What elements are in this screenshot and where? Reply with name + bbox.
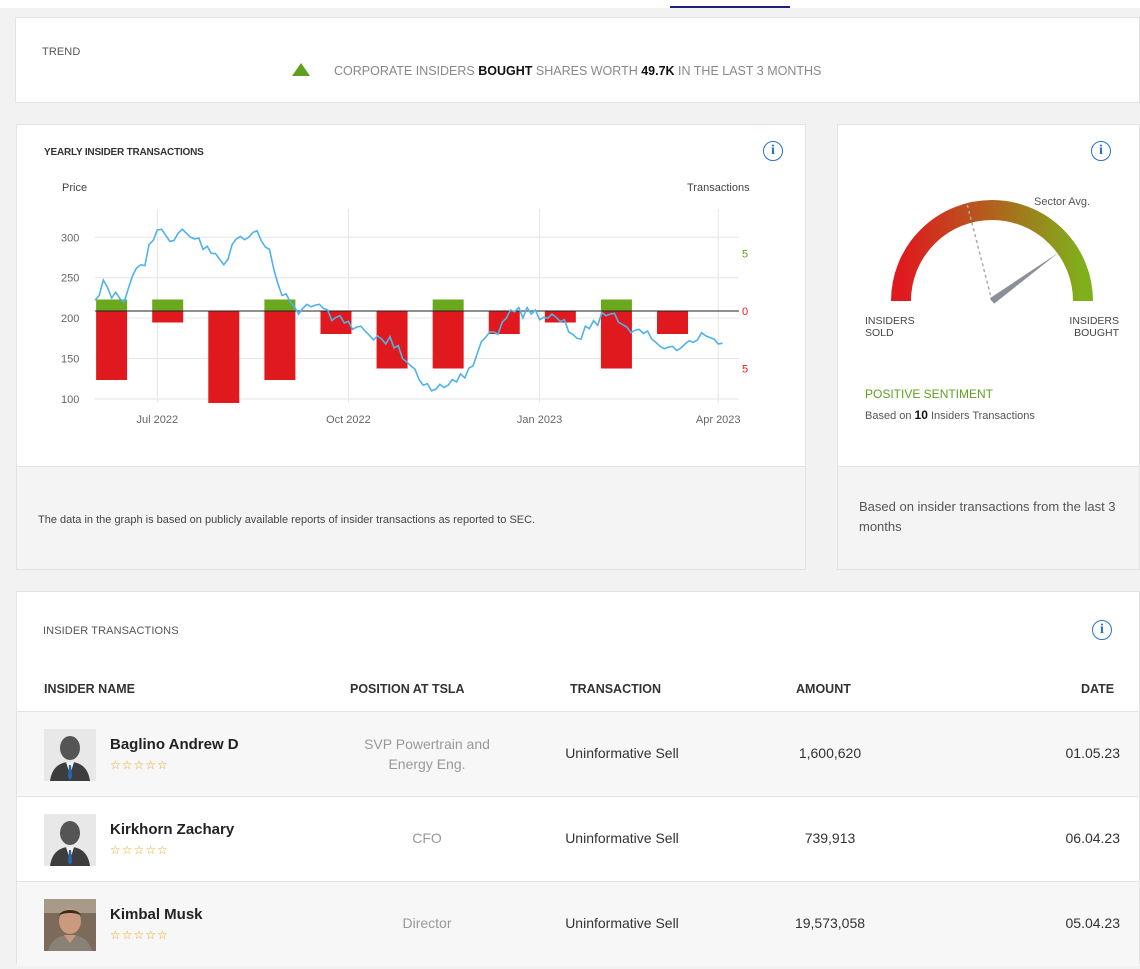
x-tick-label: Jul 2022 xyxy=(137,414,179,426)
table-row[interactable]: Kimbal Musk ☆☆☆☆☆ Director Uninformative… xyxy=(17,881,1139,966)
price-tick-label: 150 xyxy=(61,354,79,366)
sentiment-footer: Based on insider transactions from the l… xyxy=(838,466,1139,569)
table-info-icon[interactable]: i xyxy=(1092,620,1112,640)
transactions-tick-label: 5 xyxy=(742,249,748,261)
trend-summary: CORPORATE INSIDERS BOUGHT SHARES WORTH 4… xyxy=(292,63,821,78)
header-date[interactable]: DATE xyxy=(1081,682,1114,696)
date-cell: 05.04.23 xyxy=(1065,915,1121,931)
gauge-arc xyxy=(891,200,1093,302)
price-tick-label: 200 xyxy=(61,313,79,325)
amount-cell: 1,600,620 xyxy=(798,745,862,761)
price-tick-label: 100 xyxy=(61,394,79,406)
trend-text-bold: BOUGHT xyxy=(478,64,533,78)
insider-name-link[interactable]: Kimbal Musk xyxy=(110,906,203,923)
transaction-cell: Uninformative Sell xyxy=(565,915,679,931)
buy-bar xyxy=(152,299,184,311)
insiders-bought-line2: BOUGHT xyxy=(1074,327,1119,339)
trend-text-mid: SHARES WORTH xyxy=(532,64,642,78)
avatar[interactable] xyxy=(44,899,96,951)
chart-info-icon[interactable]: i xyxy=(763,141,783,161)
gauge-needle xyxy=(989,252,1059,304)
star-rating: ☆☆☆☆☆ xyxy=(110,843,169,857)
insider-transactions-card: INSIDER TRANSACTIONS i INSIDER NAME POSI… xyxy=(16,591,1140,966)
insiders-sold-line1: INSIDERS xyxy=(865,315,915,327)
header-amount[interactable]: AMOUNT xyxy=(796,682,851,696)
trend-up-triangle-icon xyxy=(292,63,310,76)
x-tick-label: Oct 2022 xyxy=(326,414,371,426)
sector-avg-label: Sector Avg. xyxy=(1034,196,1091,208)
table-label: INSIDER TRANSACTIONS xyxy=(43,625,179,637)
position-line1: SVP Powertrain and xyxy=(364,736,490,752)
yearly-insider-chart-card: YEARLY INSIDER TRANSACTIONS i Price Tran… xyxy=(16,124,806,570)
chart-footer: The data in the graph is based on public… xyxy=(17,466,805,569)
x-tick-label: Apr 2023 xyxy=(696,414,741,426)
trend-label: TREND xyxy=(42,46,81,58)
header-position[interactable]: POSITION AT TSLA xyxy=(350,682,465,696)
active-tab-indicator xyxy=(670,6,790,8)
transactions-tick-label: 0 xyxy=(742,306,748,318)
transaction-cell: Uninformative Sell xyxy=(565,745,679,761)
transaction-cell: Uninformative Sell xyxy=(565,830,679,846)
sell-bar xyxy=(264,311,296,380)
position-cell: SVP Powertrain and Energy Eng. xyxy=(317,734,537,774)
sell-bar xyxy=(96,311,128,380)
sentiment-gauge xyxy=(891,200,1093,304)
insider-name-link[interactable]: Kirkhorn Zachary xyxy=(110,821,234,838)
sentiment-headline: POSITIVE SENTIMENT xyxy=(865,387,994,401)
avatar[interactable] xyxy=(44,729,96,781)
buy-bar xyxy=(600,299,632,311)
position-cell: CFO xyxy=(412,830,442,846)
table-row[interactable]: Baglino Andrew D ☆☆☆☆☆ SVP Powertrain an… xyxy=(17,711,1139,796)
table-row[interactable]: Kirkhorn Zachary ☆☆☆☆☆ CFO Uninformative… xyxy=(17,796,1139,881)
sell-bar xyxy=(488,311,520,334)
avatar[interactable] xyxy=(44,814,96,866)
x-tick-label: Jan 2023 xyxy=(517,414,562,426)
sentiment-footer-text: Based on insider transactions from the l… xyxy=(859,499,1116,534)
header-transaction[interactable]: TRANSACTION xyxy=(570,682,661,696)
top-strip xyxy=(0,0,1140,8)
position-cell: Director xyxy=(402,915,452,931)
sell-bar xyxy=(152,311,184,323)
sell-bar xyxy=(600,311,632,369)
basis-post: Insiders Transactions xyxy=(927,410,1035,422)
trend-card: TREND CORPORATE INSIDERS BOUGHT SHARES W… xyxy=(15,17,1140,103)
price-tick-label: 250 xyxy=(61,273,79,285)
amount-cell: 739,913 xyxy=(804,830,856,846)
sentiment-basis: Based on 10 Insiders Transactions xyxy=(865,408,1035,422)
basis-pre: Based on xyxy=(865,410,915,422)
transactions-tick-label: 5 xyxy=(742,364,748,376)
basis-count: 10 xyxy=(914,408,928,422)
buy-bar xyxy=(432,299,464,311)
insiders-bought-label: INSIDERS BOUGHT xyxy=(1069,315,1119,339)
header-insider-name[interactable]: INSIDER NAME xyxy=(44,682,135,696)
insiders-sold-label: INSIDERS SOLD xyxy=(865,315,915,339)
sell-bar xyxy=(657,311,689,334)
amount-cell: 19,573,058 xyxy=(794,915,866,931)
chart-title: YEARLY INSIDER TRANSACTIONS xyxy=(44,147,204,158)
sell-bar xyxy=(432,311,464,369)
star-rating: ☆☆☆☆☆ xyxy=(110,758,169,772)
trend-text-post: IN THE LAST 3 MONTHS xyxy=(674,64,822,78)
sentiment-card: i Sector Avg. INSIDERS SOLD INSIDERS BOU… xyxy=(837,124,1140,570)
star-rating: ☆☆☆☆☆ xyxy=(110,928,169,942)
price-tick-label: 300 xyxy=(61,232,79,244)
chart-footer-text: The data in the graph is based on public… xyxy=(38,514,536,526)
insiders-bought-line1: INSIDERS xyxy=(1069,315,1119,327)
date-cell: 01.05.23 xyxy=(1065,745,1121,761)
trend-text-pre: CORPORATE INSIDERS xyxy=(334,64,479,78)
position-line2: Energy Eng. xyxy=(388,756,466,772)
sell-bar xyxy=(208,311,240,403)
trend-value: 49.7K xyxy=(641,64,675,78)
date-cell: 06.04.23 xyxy=(1065,830,1121,846)
insiders-sold-line2: SOLD xyxy=(865,327,894,339)
insider-transactions-chart: 300250200150100505Jul 2022 Oct 2022 Jan 20… xyxy=(61,209,748,426)
insider-name-link[interactable]: Baglino Andrew D xyxy=(110,736,239,753)
